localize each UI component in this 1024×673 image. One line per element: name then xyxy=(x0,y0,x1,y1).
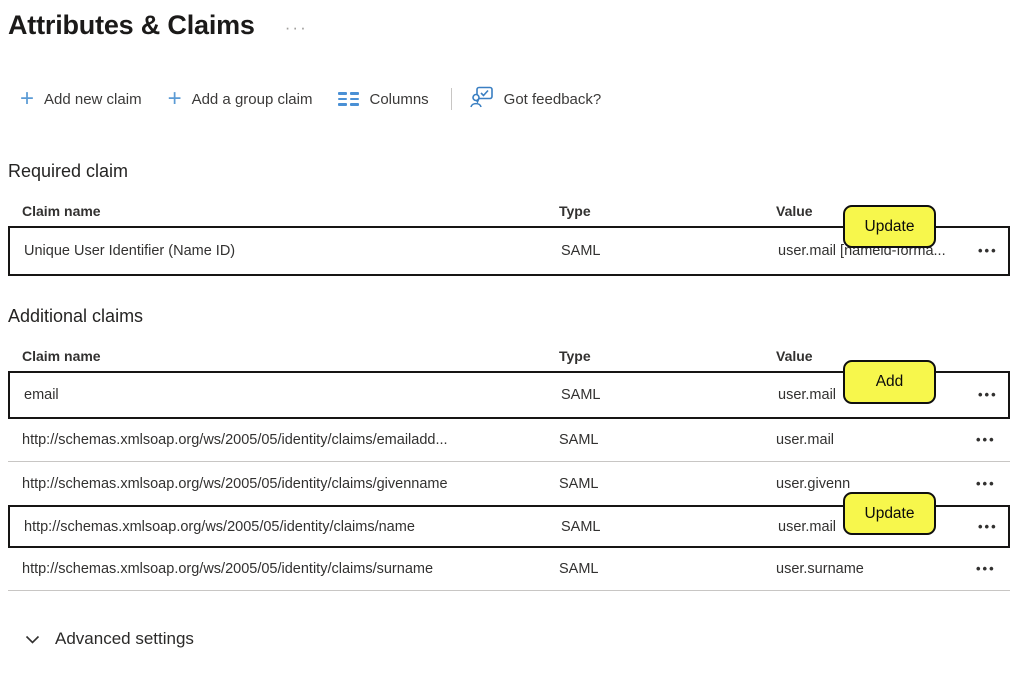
toolbar: + Add new claim + Add a group claim Colu… xyxy=(20,83,1024,115)
column-header-claim-name: Claim name xyxy=(22,348,101,364)
chevron-down-icon xyxy=(25,635,40,644)
value-cell: user.surname xyxy=(776,561,864,577)
type-cell: SAML xyxy=(559,432,599,448)
row-more-icon[interactable]: ••• xyxy=(978,387,998,402)
type-cell: SAML xyxy=(561,387,601,403)
type-cell: SAML xyxy=(561,243,601,259)
columns-label: Columns xyxy=(369,90,429,108)
plus-icon: + xyxy=(167,85,182,112)
add-new-claim-label: Add new claim xyxy=(44,90,142,108)
claim-name-cell: http://schemas.xmlsoap.org/ws/2005/05/id… xyxy=(22,561,434,577)
table-row-emailaddress[interactable]: http://schemas.xmlsoap.org/ws/2005/05/id… xyxy=(8,419,1010,462)
value-cell: user.givenn xyxy=(776,475,851,492)
row-more-icon[interactable]: ••• xyxy=(978,519,998,534)
type-cell: SAML xyxy=(559,561,599,577)
annotation-add-email: Add xyxy=(843,360,936,404)
add-group-claim-label: Add a group claim xyxy=(191,90,313,108)
additional-claims-heading: Additional claims xyxy=(8,306,144,326)
row-more-icon[interactable]: ••• xyxy=(976,561,996,576)
title-more-icon[interactable]: ··· xyxy=(285,15,308,36)
claim-name-cell: email xyxy=(24,387,59,403)
add-group-claim-button[interactable]: + Add a group claim xyxy=(167,85,313,112)
annotation-update-required: Update xyxy=(843,205,936,248)
table-row-surname[interactable]: http://schemas.xmlsoap.org/ws/2005/05/id… xyxy=(8,548,1010,591)
row-more-icon[interactable]: ••• xyxy=(978,243,998,258)
toolbar-divider xyxy=(450,88,452,110)
column-header-claim-name: Claim name xyxy=(22,203,101,219)
page-title: Attributes & Claims xyxy=(8,10,255,40)
row-more-icon[interactable]: ••• xyxy=(976,432,996,447)
columns-button[interactable]: Columns xyxy=(338,90,429,108)
claim-name-cell: http://schemas.xmlsoap.org/ws/2005/05/id… xyxy=(24,518,415,535)
type-cell: SAML xyxy=(561,518,601,535)
column-header-type: Type xyxy=(559,348,591,364)
row-more-icon[interactable]: ••• xyxy=(976,476,996,491)
add-new-claim-button[interactable]: + Add new claim xyxy=(20,85,142,112)
value-cell: user.mail xyxy=(776,432,835,448)
title-row: Attributes & Claims ··· xyxy=(0,0,1024,41)
got-feedback-label: Got feedback? xyxy=(503,90,602,108)
type-cell: SAML xyxy=(559,475,599,492)
attributes-claims-page: Attributes & Claims ··· + Add new claim … xyxy=(0,0,1024,673)
claim-name-cell: http://schemas.xmlsoap.org/ws/2005/05/id… xyxy=(22,432,448,448)
advanced-settings-toggle[interactable]: Advanced settings xyxy=(25,629,194,649)
advanced-settings-label: Advanced settings xyxy=(55,629,194,648)
annotation-update-name: Update xyxy=(843,492,936,535)
got-feedback-button[interactable]: Got feedback? xyxy=(469,86,602,112)
required-claim-heading: Required claim xyxy=(8,161,129,181)
plus-icon: + xyxy=(20,85,35,112)
columns-icon xyxy=(338,92,360,106)
claim-name-cell: http://schemas.xmlsoap.org/ws/2005/05/id… xyxy=(22,475,448,492)
feedback-icon xyxy=(469,86,494,112)
column-header-type: Type xyxy=(559,203,591,219)
claim-name-cell: Unique User Identifier (Name ID) xyxy=(24,243,236,259)
